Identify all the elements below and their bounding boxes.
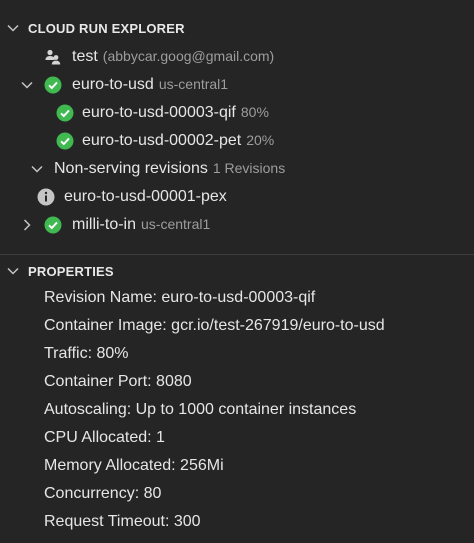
sidebar-panel: CLOUD RUN EXPLORER test (abbycar.goog@gma… [0,0,474,543]
service-item-milli-to-in[interactable]: milli-to-in us-central1 [0,211,474,239]
people-icon [45,49,61,65]
revision-traffic: 20% [246,132,275,148]
property-request-timeout: Request Timeout: 300 [44,513,201,530]
revision-name: euro-to-usd-00001-pex [64,188,227,205]
chevron-right-icon[interactable] [20,218,34,232]
explorer-section-title: CLOUD RUN EXPLORER [28,20,185,36]
service-name: milli-to-in [72,216,136,233]
check-circle-icon [56,132,74,150]
service-region: us-central1 [141,216,211,232]
check-circle-icon [44,216,62,234]
non-serving-title: Non-serving revisions [54,160,208,177]
service-label: milli-to-in us-central1 [72,216,210,234]
chevron-down-icon[interactable] [30,162,44,176]
revision-label: euro-to-usd-00002-pet 20% [82,132,274,150]
property-autoscaling: Autoscaling: Up to 1000 container instan… [44,401,357,418]
service-name: euro-to-usd [72,76,154,93]
properties-section-header[interactable]: PROPERTIES [0,259,474,283]
account-email: (abbycar.goog@gmail.com) [102,48,275,64]
non-serving-label: Non-serving revisions 1 Revisions [54,160,285,178]
properties-section-title: PROPERTIES [28,263,114,279]
property-traffic: Traffic: 80% [44,345,129,362]
revision-item-00001[interactable]: euro-to-usd-00001-pex [0,183,474,211]
revision-traffic: 80% [240,104,269,120]
explorer-section-header[interactable]: CLOUD RUN EXPLORER [0,16,474,40]
service-item-euro-to-usd[interactable]: euro-to-usd us-central1 [0,71,474,99]
check-circle-icon [56,104,74,122]
chevron-down-icon [7,24,19,32]
property-container-port: Container Port: 8080 [44,373,192,390]
account-item[interactable]: test (abbycar.goog@gmail.com) [0,43,474,71]
revision-item-00003[interactable]: euro-to-usd-00003-qif 80% [0,99,474,127]
revision-name: euro-to-usd-00002-pet [82,132,242,149]
chevron-down-icon [7,267,19,275]
account-name: test [72,48,98,65]
property-cpu-allocated: CPU Allocated: 1 [44,429,165,446]
info-circle-icon [37,188,55,206]
chevron-down-icon[interactable] [20,78,34,92]
property-concurrency: Concurrency: 80 [44,485,162,502]
property-container-image: Container Image: gcr.io/test-267919/euro… [44,317,385,334]
non-serving-count: 1 Revisions [212,160,286,176]
non-serving-revisions-item[interactable]: Non-serving revisions 1 Revisions [0,155,474,183]
revision-item-00002[interactable]: euro-to-usd-00002-pet 20% [0,127,474,155]
check-circle-icon [44,76,62,94]
revision-label: euro-to-usd-00003-qif 80% [82,104,269,122]
section-divider [0,254,474,255]
account-label: test (abbycar.goog@gmail.com) [72,48,274,66]
property-memory-allocated: Memory Allocated: 256Mi [44,457,224,474]
service-region: us-central1 [158,76,229,92]
property-revision-name: Revision Name: euro-to-usd-00003-qif [44,289,316,306]
revision-name: euro-to-usd-00003-qif [82,104,236,121]
service-label: euro-to-usd us-central1 [72,76,228,94]
